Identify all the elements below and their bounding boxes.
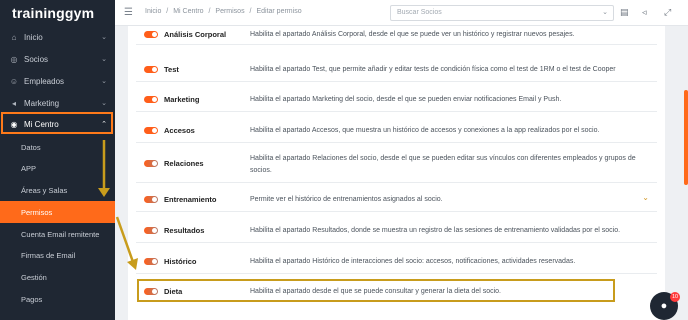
users-icon: ◎ [10, 54, 18, 64]
sidebar-item-label: Inicio [24, 32, 43, 42]
menu-icon[interactable]: ☰ [124, 7, 133, 18]
permission-row: Accesos Habilita el apartado Accesos, qu… [136, 117, 657, 143]
permission-name: Análisis Corporal [164, 30, 227, 39]
permission-name: Relaciones [164, 159, 204, 168]
sidebar-item-label: Socios [24, 54, 49, 64]
sidebar-subitem-permisos[interactable]: Permisos [0, 201, 115, 223]
chevron-down-icon[interactable]: ⌄ [642, 193, 649, 202]
chat-badge: 10 [670, 292, 680, 302]
sidebar-subitem-firmas-email[interactable]: Firmas de Email [0, 244, 115, 266]
sidebar-item-socios[interactable]: ◎ Socios ⌄ [0, 48, 115, 70]
sidebar-subitem-app[interactable]: APP [0, 157, 115, 179]
permission-description: Habilita el apartado Accesos, que muestr… [250, 127, 600, 134]
chat-icon: ● [660, 300, 668, 312]
sidebar-item-empleados[interactable]: ☺ Empleados ⌄ [0, 70, 115, 92]
breadcrumb-separator: / [249, 8, 252, 15]
permission-toggle[interactable] [144, 258, 158, 265]
breadcrumb-separator: / [166, 8, 169, 15]
breadcrumb-inicio[interactable]: Inicio [145, 8, 161, 15]
permission-toggle[interactable] [144, 31, 158, 38]
permission-name: Accesos [164, 126, 195, 135]
permission-description: Habilita el apartado Análisis Corporal, … [250, 31, 575, 38]
home-icon: ⌂ [11, 32, 17, 42]
id-card-icon[interactable]: ▤ [620, 7, 629, 18]
permission-name: Histórico [164, 257, 197, 266]
chevron-down-icon: ⌄ [602, 9, 608, 16]
breadcrumb-editar-permiso: Editar permiso [256, 8, 302, 15]
chevron-down-icon: ⌄ [101, 34, 107, 41]
megaphone-icon[interactable]: ◃ [642, 7, 647, 18]
permission-toggle[interactable] [144, 66, 158, 73]
permission-toggle[interactable] [144, 96, 158, 103]
permission-toggle[interactable] [144, 127, 158, 134]
sidebar-subitem-cuenta-email[interactable]: Cuenta Email remitente [0, 223, 115, 245]
brand-logo[interactable]: traininggym [0, 0, 115, 26]
topbar: ☰ Inicio / Mi Centro / Permisos / Editar… [115, 0, 688, 26]
sidebar-item-marketing[interactable]: ◂ Marketing ⌄ [0, 92, 115, 114]
permission-toggle[interactable] [144, 196, 158, 203]
marketing-icon: ◂ [11, 98, 16, 108]
permission-row: Relaciones Habilita el apartado Relacion… [136, 147, 657, 183]
permission-name: Entrenamiento [164, 195, 217, 204]
permission-toggle[interactable] [144, 160, 158, 167]
permission-row: Marketing Habilita el apartado Marketing… [136, 86, 657, 112]
sidebar-subitem-gestion[interactable]: Gestión [0, 266, 115, 288]
permission-description: Habilita el apartado Marketing del socio… [250, 96, 562, 103]
search-input[interactable]: Buscar Socios ⌄ [390, 5, 614, 21]
permission-description: Habilita el apartado Relaciones del soci… [250, 155, 636, 174]
permission-description: Habilita el apartado Resultados, donde s… [250, 227, 621, 234]
permission-name: Test [164, 65, 179, 74]
chevron-down-icon: ⌄ [101, 78, 107, 85]
sidebar-item-label: Empleados [24, 76, 65, 86]
sidebar-subitem-pagos[interactable]: Pagos [0, 288, 115, 310]
permission-description: Habilita el apartado Test, que permite a… [250, 66, 616, 73]
breadcrumb-permisos[interactable]: Permisos [215, 8, 244, 15]
permission-row: Análisis Corporal Habilita el apartado A… [136, 26, 657, 45]
permissions-panel: Análisis Corporal Habilita el apartado A… [128, 26, 665, 320]
permission-row: Entrenamiento Permite ver el histórico d… [136, 188, 657, 212]
permission-row: Test Habilita el apartado Test, que perm… [136, 56, 657, 82]
permission-description: Habilita el apartado Histórico de intera… [250, 258, 576, 265]
sidebar-subitem-areas-salas[interactable]: Áreas y Salas [0, 179, 115, 201]
permission-row: Histórico Habilita el apartado Histórico… [136, 248, 657, 274]
sidebar: traininggym ⌂ Inicio ⌄ ◎ Socios ⌄ ☺ Empl… [0, 0, 115, 320]
mi-centro-highlight [1, 112, 113, 134]
sidebar-item-label: Marketing [24, 98, 60, 108]
chevron-down-icon: ⌄ [101, 100, 107, 107]
sidebar-item-inicio[interactable]: ⌂ Inicio ⌄ [0, 26, 115, 48]
chevron-down-icon: ⌄ [101, 56, 107, 63]
permission-name: Marketing [164, 95, 200, 104]
search-placeholder: Buscar Socios [397, 9, 442, 16]
employees-icon: ☺ [9, 76, 19, 86]
breadcrumb: Inicio / Mi Centro / Permisos / Editar p… [145, 8, 305, 15]
permission-toggle[interactable] [144, 227, 158, 234]
expand-icon[interactable]: ⤢ [664, 7, 671, 18]
permission-description: Permite ver el histórico de entrenamient… [250, 196, 443, 203]
breadcrumb-mi-centro[interactable]: Mi Centro [173, 8, 203, 15]
permission-name: Resultados [164, 226, 205, 235]
permission-row: Resultados Habilita el apartado Resultad… [136, 217, 657, 243]
dieta-highlight [137, 279, 615, 302]
breadcrumb-separator: / [208, 8, 211, 15]
sidebar-subitem-datos[interactable]: Datos [0, 136, 115, 158]
scrollbar-thumb[interactable] [684, 90, 688, 185]
